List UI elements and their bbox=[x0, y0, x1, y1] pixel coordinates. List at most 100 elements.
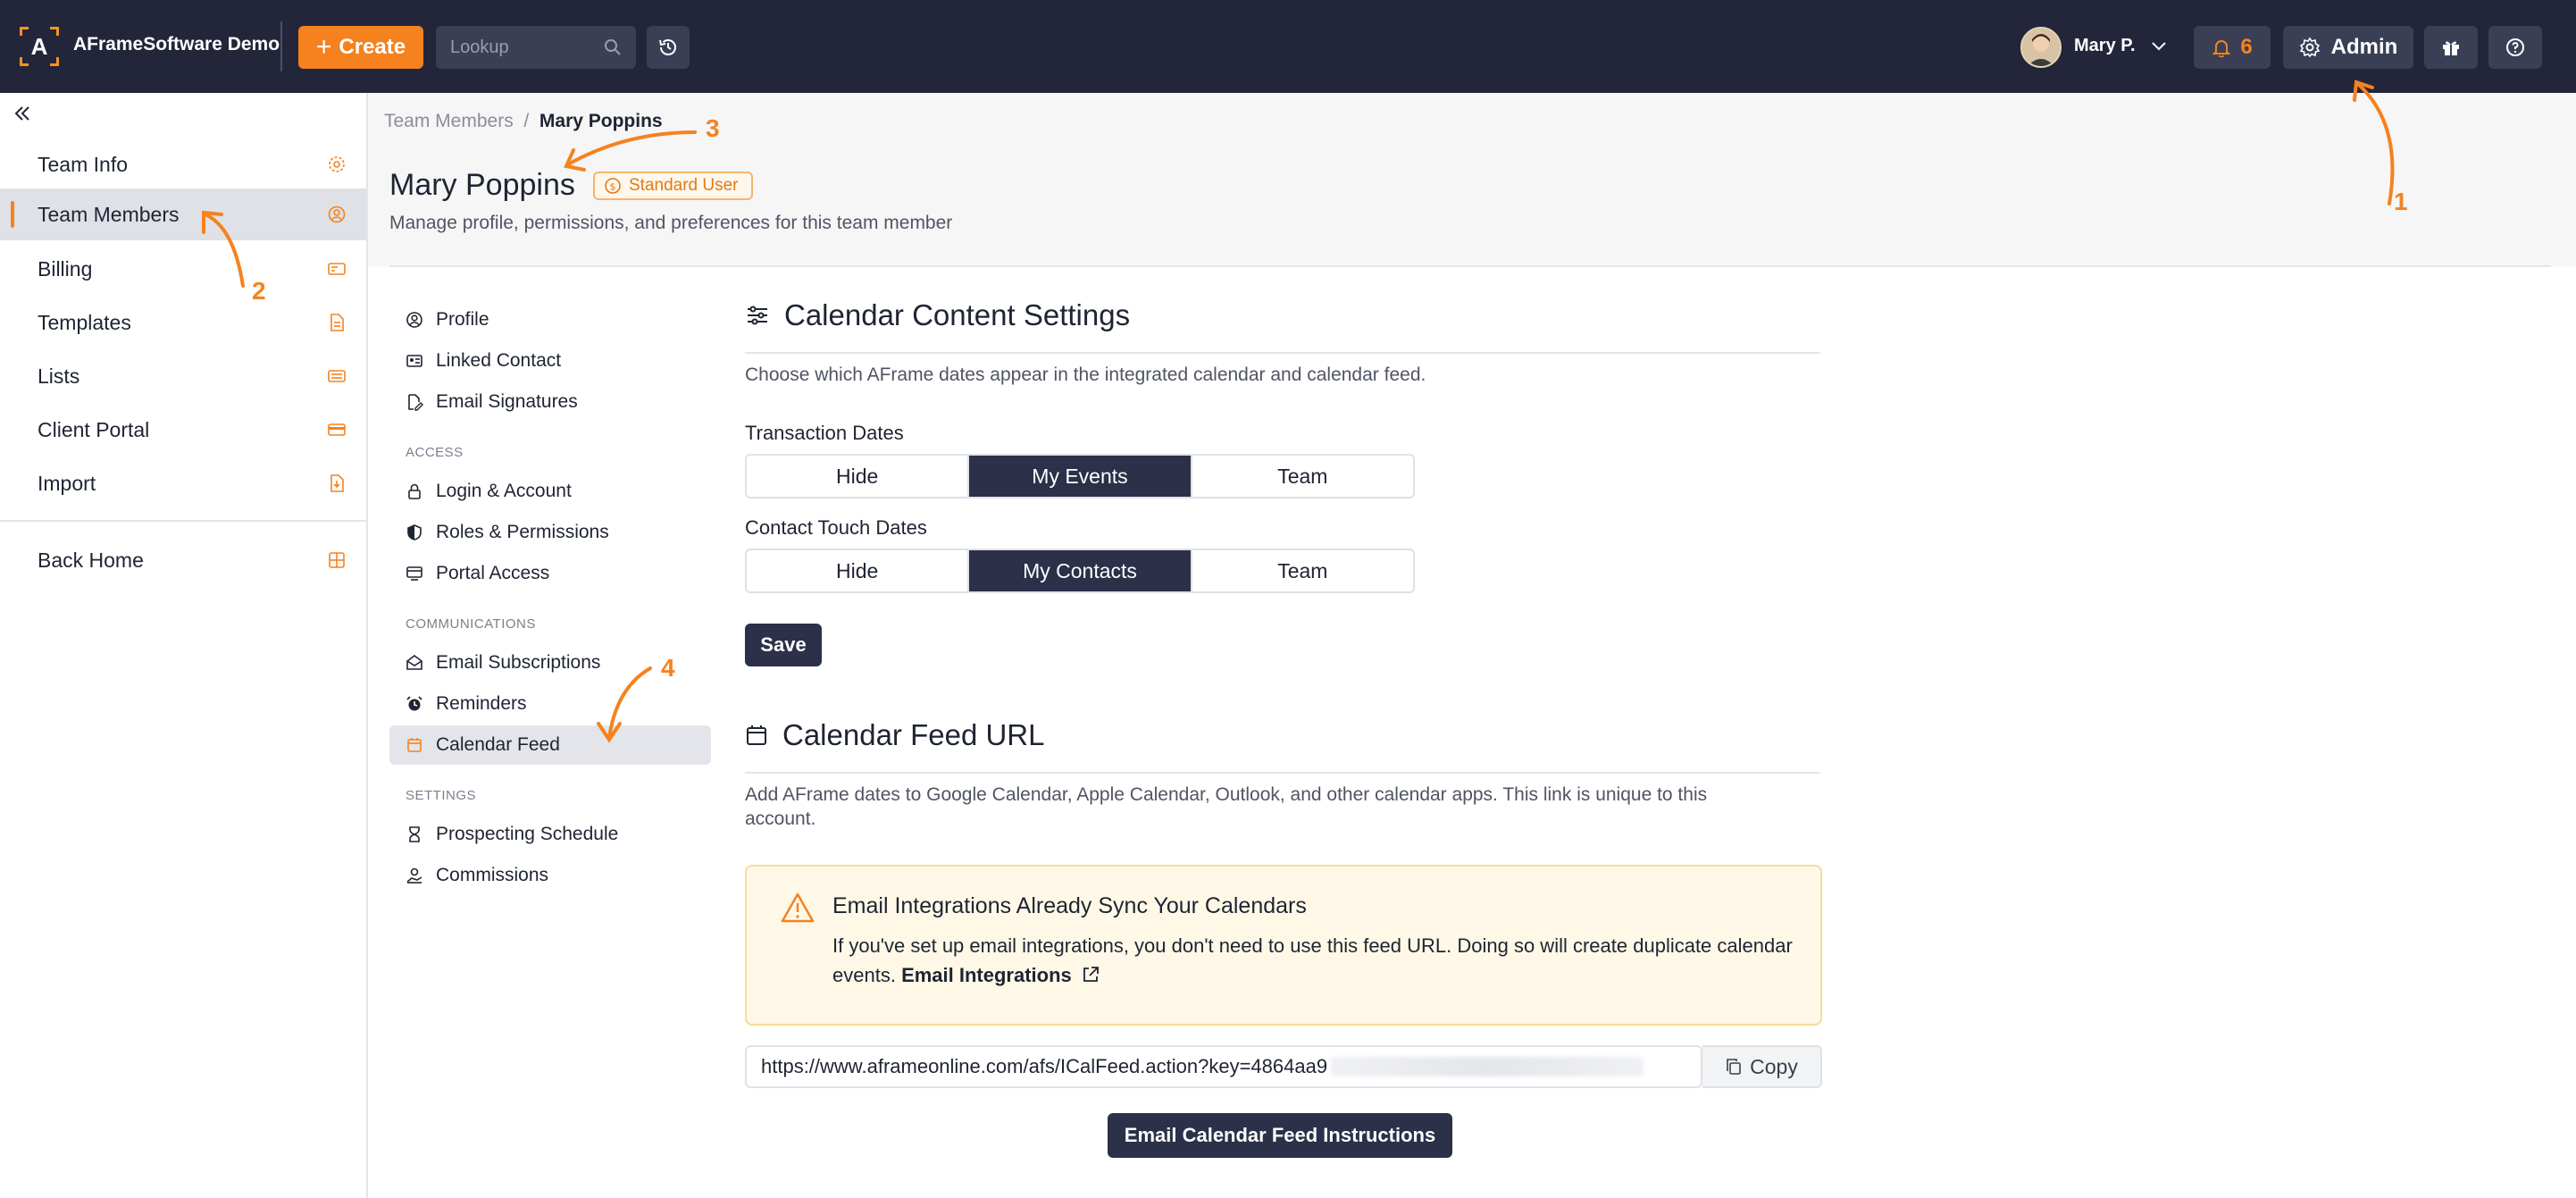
gift-icon bbox=[2443, 41, 2459, 55]
sidebar-item-label: Team Members bbox=[38, 202, 180, 226]
notifications-button[interactable]: 6 bbox=[2194, 26, 2271, 69]
section-title-content-settings: Calendar Content Settings bbox=[745, 298, 1130, 332]
email-feed-instructions-button[interactable]: Email Calendar Feed Instructions bbox=[1108, 1113, 1452, 1158]
section-divider bbox=[745, 352, 1820, 354]
gift-button[interactable] bbox=[2424, 26, 2478, 69]
alert-title: Email Integrations Already Sync Your Cal… bbox=[832, 893, 1307, 918]
transaction-option-hide[interactable]: Hide bbox=[747, 456, 970, 497]
calendar-icon bbox=[747, 725, 766, 745]
chevron-down-icon[interactable] bbox=[2149, 36, 2169, 55]
subnav-label: Email Signatures bbox=[436, 391, 578, 412]
breadcrumb-parent[interactable]: Team Members bbox=[384, 111, 514, 131]
user-name[interactable]: Mary P. bbox=[2074, 36, 2136, 56]
contact-option-my-contacts[interactable]: My Contacts bbox=[969, 550, 1192, 591]
help-button[interactable] bbox=[2488, 26, 2542, 69]
header-divider bbox=[389, 265, 2551, 267]
sidebar-item-templates[interactable]: Templates bbox=[0, 297, 366, 348]
annotation-number-2: 2 bbox=[252, 277, 266, 305]
subnav-roles-permissions[interactable]: Roles & Permissions bbox=[389, 513, 711, 552]
page-title: Mary Poppins bbox=[389, 168, 575, 202]
sidebar-item-team-info[interactable]: Team Info bbox=[0, 138, 366, 190]
search-icon bbox=[605, 39, 621, 55]
contact-touch-dates-toggle: Hide My Contacts Team bbox=[745, 549, 1415, 593]
sidebar-item-back-home[interactable]: Back Home bbox=[0, 534, 366, 586]
list-icon bbox=[328, 370, 346, 382]
create-button[interactable]: + Create bbox=[298, 26, 423, 69]
contact-option-hide[interactable]: Hide bbox=[747, 550, 970, 591]
badge-label: Standard User bbox=[629, 176, 739, 195]
bell-icon bbox=[2212, 40, 2231, 57]
collapse-sidebar-icon[interactable] bbox=[11, 102, 34, 125]
alert-body: If you've set up email integrations, you… bbox=[832, 931, 1797, 990]
billing-icon bbox=[328, 263, 346, 275]
envelope-open-icon bbox=[406, 655, 422, 670]
subnav-label: Reminders bbox=[436, 693, 527, 714]
section-divider bbox=[745, 772, 1820, 774]
create-label: Create bbox=[339, 35, 406, 59]
email-integrations-link[interactable]: Email Integrations bbox=[901, 964, 1072, 986]
sidebar-item-label: Client Portal bbox=[38, 417, 150, 441]
contact-touch-dates-label: Contact Touch Dates bbox=[745, 516, 927, 539]
history-button[interactable] bbox=[647, 26, 690, 69]
copy-icon bbox=[1727, 1059, 1741, 1075]
subnav-commissions[interactable]: Commissions bbox=[389, 856, 711, 895]
sidebar-item-import[interactable]: Import bbox=[0, 457, 366, 509]
lookup-input[interactable] bbox=[450, 37, 593, 58]
external-link-icon[interactable] bbox=[1081, 965, 1100, 984]
transaction-option-team[interactable]: Team bbox=[1192, 456, 1413, 497]
logo-letter: A bbox=[30, 32, 48, 60]
sidebar-item-team-members[interactable]: Team Members bbox=[0, 188, 366, 240]
lookup-box[interactable] bbox=[436, 26, 636, 69]
sidebar-item-label: Billing bbox=[38, 256, 93, 281]
lock-icon bbox=[408, 483, 421, 499]
contact-option-team[interactable]: Team bbox=[1192, 550, 1413, 591]
breadcrumb: Team Members / Mary Poppins bbox=[384, 111, 663, 132]
aframe-logo[interactable]: A bbox=[20, 27, 59, 66]
subnav-linked-contact[interactable]: Linked Contact bbox=[389, 341, 711, 381]
alarm-clock-icon bbox=[406, 696, 422, 711]
admin-button[interactable]: Admin bbox=[2283, 26, 2413, 69]
sidebar-item-label: Team Info bbox=[38, 152, 128, 176]
topbar-divider bbox=[280, 21, 282, 71]
feed-description: Add AFrame dates to Google Calendar, App… bbox=[745, 784, 1708, 829]
sidebar-item-client-portal[interactable]: Client Portal bbox=[0, 404, 366, 456]
annotation-number-3: 3 bbox=[706, 114, 720, 142]
feed-url-field[interactable]: https://www.aframeonline.com/afs/ICalFee… bbox=[745, 1045, 1702, 1088]
subnav-profile[interactable]: Profile bbox=[389, 300, 711, 339]
hourglass-icon bbox=[409, 826, 420, 842]
section-title-feed-url: Calendar Feed URL bbox=[745, 718, 1045, 752]
sidebar-item-lists[interactable]: Lists bbox=[0, 350, 366, 402]
portal-icon bbox=[328, 423, 346, 436]
subnav-label: Profile bbox=[436, 309, 489, 330]
subnav-email-signatures[interactable]: Email Signatures bbox=[389, 382, 711, 422]
main-content: Team Members / Mary Poppins Mary Poppins… bbox=[368, 93, 2576, 1198]
subnav-portal-access[interactable]: Portal Access bbox=[389, 554, 711, 593]
transaction-dates-toggle: Hide My Events Team bbox=[745, 454, 1415, 498]
content-settings-description: Choose which AFrame dates appear in the … bbox=[745, 364, 1426, 385]
subnav-label: Roles & Permissions bbox=[436, 522, 609, 542]
user-circle-icon bbox=[406, 312, 422, 328]
save-button[interactable]: Save bbox=[745, 624, 822, 666]
admin-label: Admin bbox=[2330, 35, 2398, 59]
notification-count: 6 bbox=[2240, 35, 2253, 59]
feed-url-text: https://www.aframeonline.com/afs/ICalFee… bbox=[761, 1055, 1328, 1077]
gear-icon bbox=[329, 156, 345, 172]
sidebar-item-billing[interactable]: Billing bbox=[0, 243, 366, 295]
subnav-prospecting-schedule[interactable]: Prospecting Schedule bbox=[389, 815, 711, 854]
user-role-badge: $ Standard User bbox=[593, 172, 753, 200]
subnav-reminders[interactable]: Reminders bbox=[389, 684, 711, 724]
subnav-label: Email Subscriptions bbox=[436, 652, 601, 673]
avatar[interactable] bbox=[2020, 27, 2062, 68]
brand-name: AFrameSoftware Demo bbox=[73, 34, 280, 54]
subnav-calendar-feed[interactable]: Calendar Feed bbox=[389, 725, 711, 765]
copy-button[interactable]: Copy bbox=[1702, 1045, 1822, 1088]
commission-icon bbox=[406, 867, 422, 884]
subnav-label: Linked Contact bbox=[436, 350, 562, 371]
section-title-text: Calendar Feed URL bbox=[782, 718, 1045, 751]
subnav-label: Login & Account bbox=[436, 481, 572, 501]
subnav-login-account[interactable]: Login & Account bbox=[389, 472, 711, 511]
transaction-option-my-events[interactable]: My Events bbox=[969, 456, 1192, 497]
annotation-number-4: 4 bbox=[661, 654, 675, 682]
sidebar-item-label: Templates bbox=[38, 310, 131, 334]
sliders-icon bbox=[748, 306, 767, 325]
